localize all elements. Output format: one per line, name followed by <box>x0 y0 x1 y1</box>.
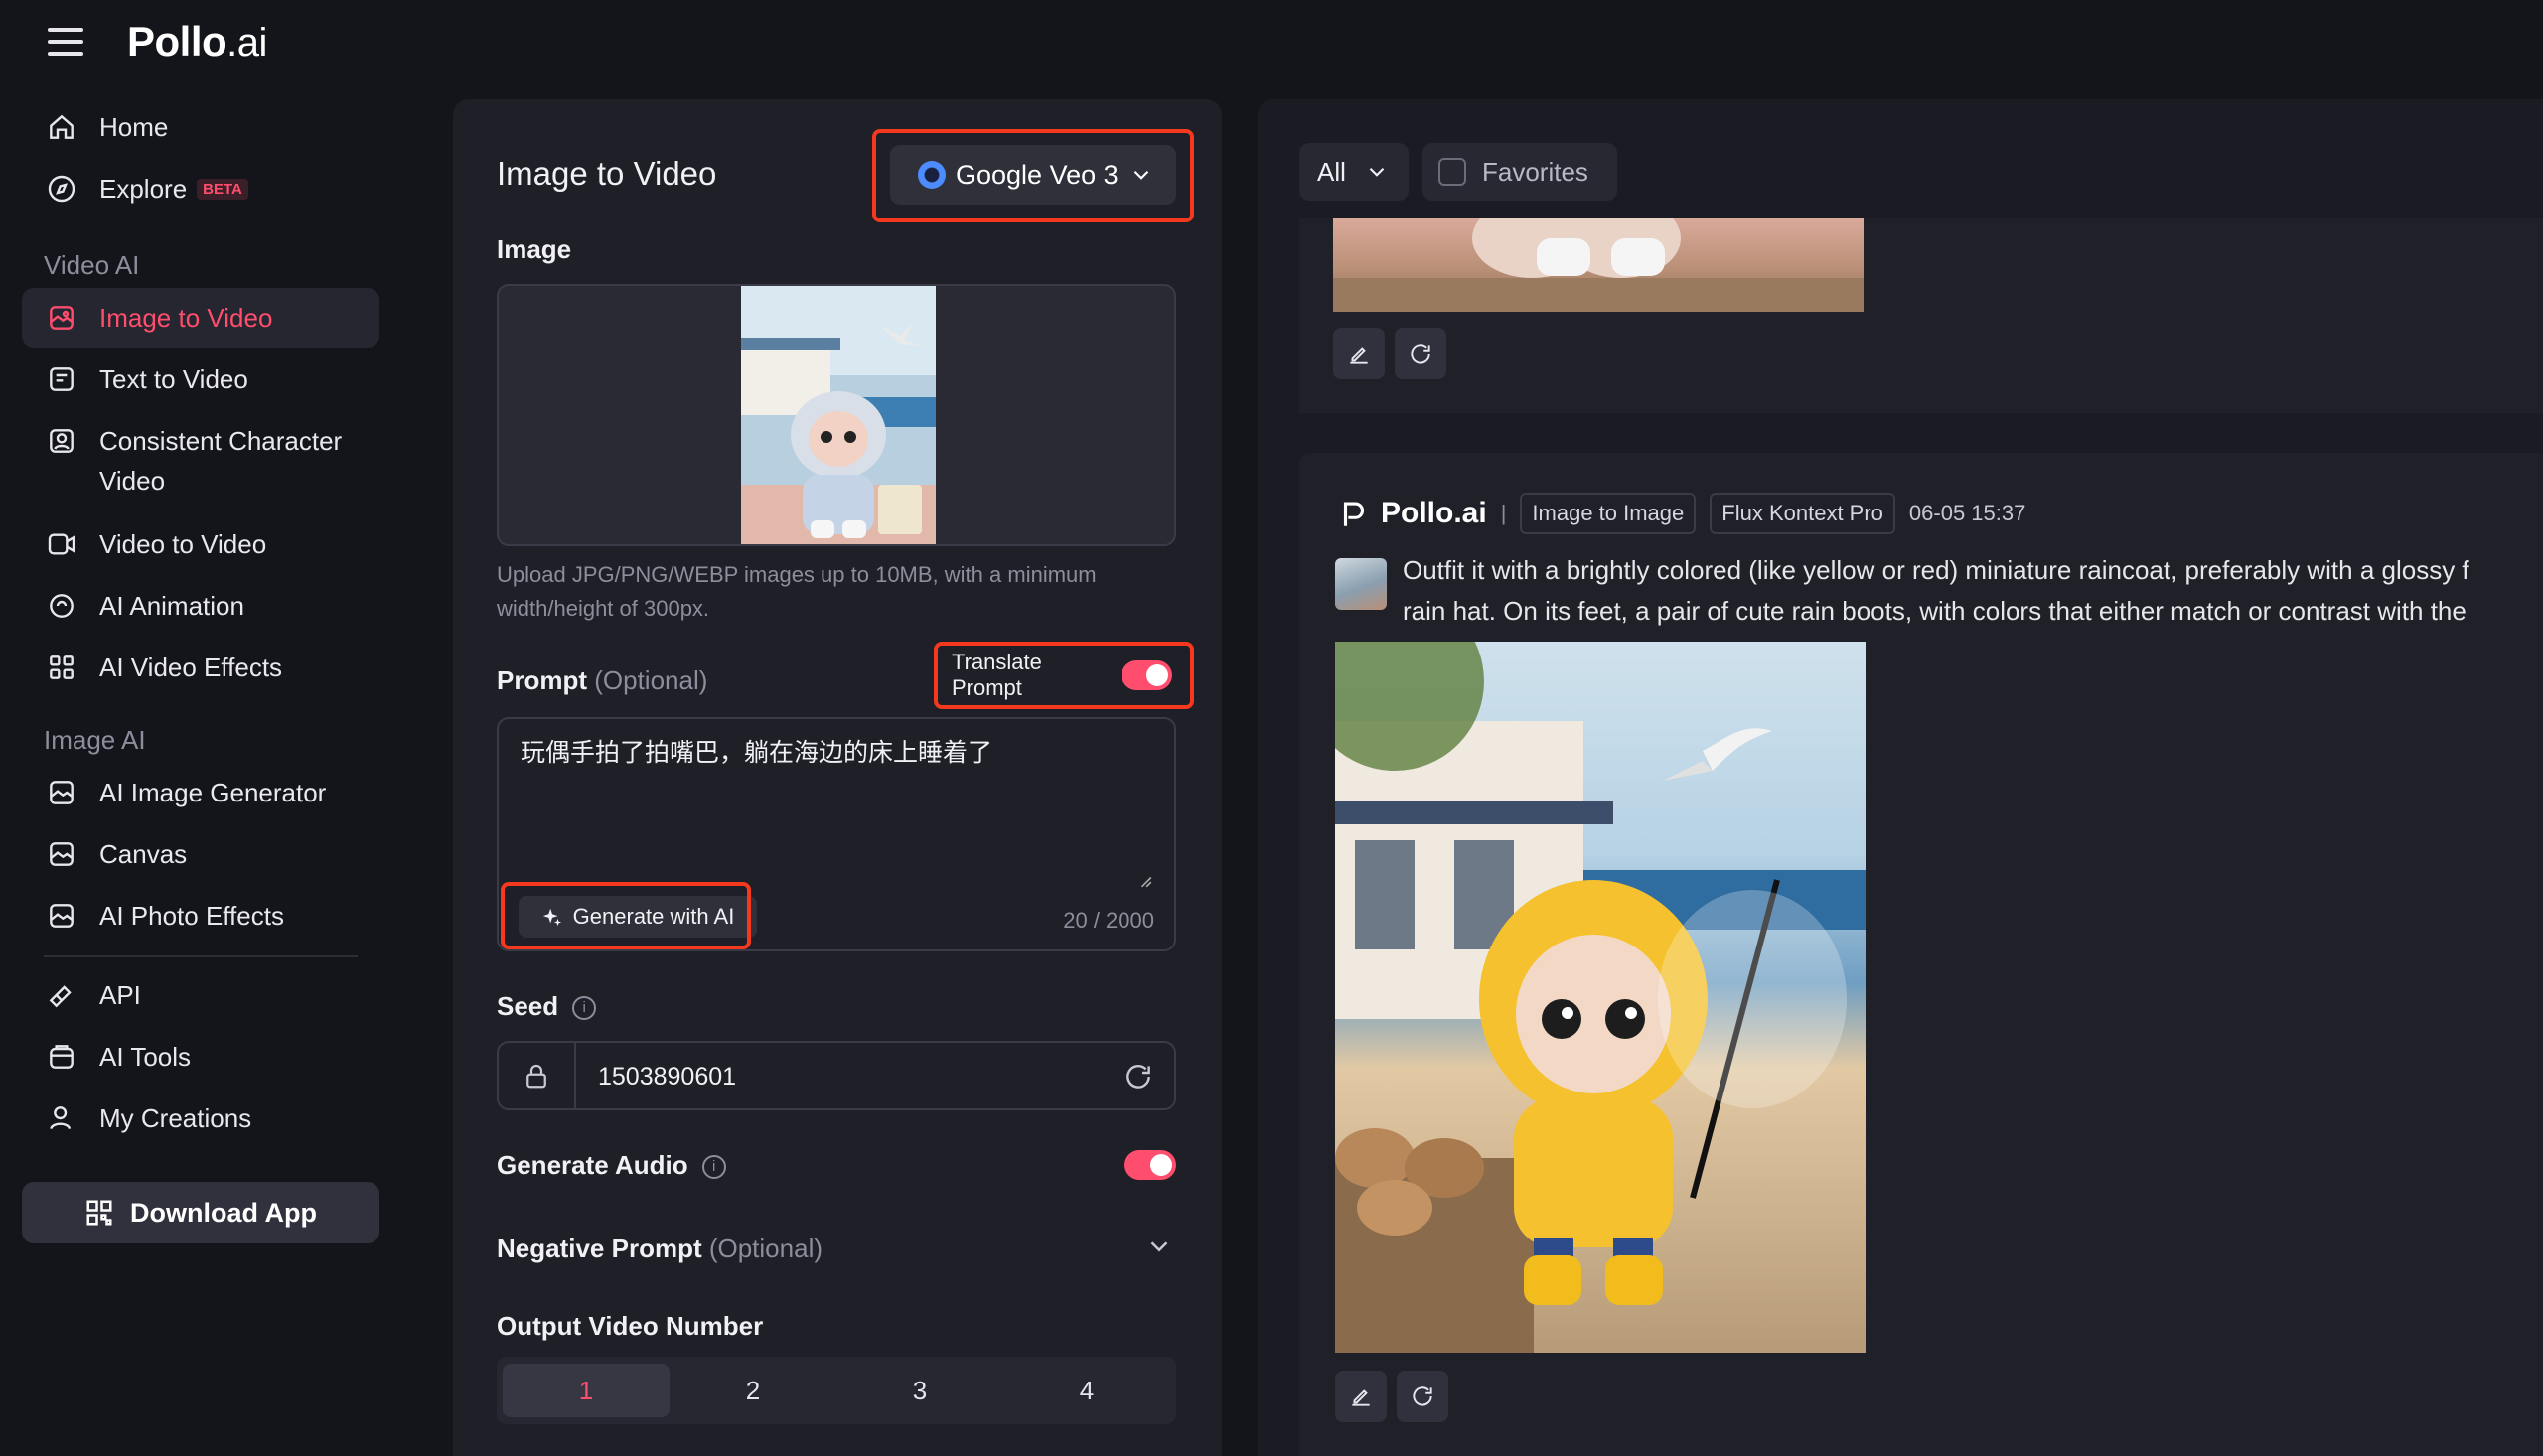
sidebar-item-canvas[interactable]: Canvas <box>22 824 379 884</box>
tools-icon <box>50 1045 74 1069</box>
home-icon <box>50 114 74 139</box>
info-icon[interactable]: i <box>572 996 597 1021</box>
pollo-logo-icon <box>1343 502 1364 526</box>
sidebar-item-text-to-video[interactable]: Text to Video <box>22 350 379 409</box>
image-generator-icon <box>50 781 74 804</box>
output-number-selector: 1 2 3 4 <box>497 1357 1176 1424</box>
output-video-number-label: Output Video Number <box>497 1311 764 1341</box>
uploaded-image <box>741 286 936 544</box>
sidebar-item-ai-image-generator[interactable]: AI Image Generator <box>22 763 379 822</box>
download-app-button[interactable]: Download App <box>22 1182 379 1243</box>
qr-code-icon <box>86 1200 112 1226</box>
regenerate-button[interactable] <box>1397 1371 1448 1422</box>
history-card-previous <box>1299 218 2543 413</box>
chevron-down-icon <box>1369 167 1385 177</box>
api-icon <box>49 985 72 1008</box>
model-tag: Flux Kontext Pro <box>1710 493 1895 534</box>
refresh-icon <box>1411 344 1430 364</box>
favorites-filter[interactable]: Favorites <box>1422 143 1617 201</box>
generator-panel: Image to Video Google Veo 3 Image Upload… <box>453 99 1222 1456</box>
char-count: 20 / 2000 <box>1063 908 1154 933</box>
sidebar-item-ai-animation[interactable]: AI Animation <box>22 576 379 636</box>
output-option-4[interactable]: 4 <box>1003 1364 1170 1417</box>
filter-bar: All Favorites <box>1299 143 1617 201</box>
canvas-icon <box>50 842 74 866</box>
sidebar-item-ai-video-effects[interactable]: AI Video Effects <box>22 638 379 697</box>
video-icon <box>48 533 75 555</box>
generate-audio-toggle[interactable] <box>1124 1150 1176 1180</box>
text-video-icon <box>50 367 74 391</box>
negative-prompt-label[interactable]: Negative Prompt (Optional) <box>497 1234 823 1264</box>
sidebar-item-ai-photo-effects[interactable]: AI Photo Effects <box>22 886 379 946</box>
compass-icon <box>48 175 75 203</box>
regenerate-button[interactable] <box>1395 328 1446 379</box>
result-image[interactable] <box>1335 642 1866 1353</box>
source-thumbnail[interactable] <box>1335 558 1387 610</box>
refresh-icon <box>1413 1386 1432 1406</box>
menu-icon[interactable] <box>48 28 83 56</box>
history-card: Pollo.ai | Image to Image Flux Kontext P… <box>1299 453 2543 1456</box>
sidebar-item-ai-tools[interactable]: AI Tools <box>22 1027 379 1087</box>
prompt-label: Prompt (Optional) <box>497 665 708 695</box>
timestamp: 06-05 15:37 <box>1908 501 2026 525</box>
generate-highlight <box>501 882 751 949</box>
output-option-2[interactable]: 2 <box>670 1364 836 1417</box>
image-label: Image <box>497 234 572 264</box>
refresh-icon[interactable] <box>1122 1061 1154 1092</box>
chevron-down-icon <box>1133 170 1148 180</box>
sidebar-item-video-to-video[interactable]: Video to Video <box>22 514 379 574</box>
edit-button[interactable] <box>1335 1371 1387 1422</box>
edit-icon <box>1350 347 1368 364</box>
beta-badge: BETA <box>197 178 248 200</box>
photo-effects-icon <box>50 904 74 928</box>
logo[interactable]: Pollo.ai <box>127 18 267 66</box>
translate-prompt-toggle-row: Translate Prompt <box>938 646 1172 705</box>
page-title: Image to Video <box>497 155 717 192</box>
previous-result-image[interactable] <box>1333 218 1864 312</box>
image-video-icon <box>50 306 74 330</box>
section-image-ai: Image AI <box>44 725 146 755</box>
animation-icon <box>50 594 74 618</box>
card-header: Pollo.ai | Image to Image Flux Kontext P… <box>1337 493 2025 534</box>
prompt-text[interactable]: 玩偶手拍了拍嘴巴，躺在海边的床上睡着了 <box>521 733 992 769</box>
effects-icon <box>50 655 74 679</box>
character-icon <box>50 429 74 453</box>
generate-audio-label: Generate Audio i <box>497 1150 726 1181</box>
top-bar: Pollo.ai <box>0 0 2543 89</box>
seed-value[interactable]: 1503890601 <box>598 1063 736 1092</box>
filter-select[interactable]: All <box>1299 143 1409 201</box>
sidebar-divider <box>44 955 358 957</box>
translate-prompt-toggle[interactable] <box>1122 660 1172 690</box>
creations-icon <box>50 1106 72 1130</box>
model-select[interactable]: Google Veo 3 <box>890 145 1176 205</box>
resize-handle-icon[interactable] <box>1138 874 1152 888</box>
sidebar-item-my-creations[interactable]: My Creations <box>22 1089 379 1148</box>
favorites-checkbox[interactable] <box>1438 158 1466 186</box>
output-option-3[interactable]: 3 <box>836 1364 1003 1417</box>
edit-icon <box>1352 1389 1370 1406</box>
info-icon[interactable]: i <box>701 1155 726 1180</box>
history-panel: All Favorites Pollo.ai | Image to Image … <box>1258 99 2543 1456</box>
image-upload-area[interactable] <box>497 284 1176 546</box>
prompt-description: Outfit it with a brightly colored (like … <box>1403 555 2469 626</box>
upload-hint: Upload JPG/PNG/WEBP images up to 10MB, w… <box>497 562 1097 621</box>
section-video-ai: Video AI <box>44 250 140 280</box>
chevron-down-icon[interactable] <box>1144 1232 1174 1261</box>
edit-button[interactable] <box>1333 328 1385 379</box>
model-logo-icon <box>918 161 946 189</box>
sidebar-item-consistent-character-video[interactable]: Consistent Character Video <box>22 411 379 497</box>
seed-field[interactable]: 1503890601 <box>497 1041 1176 1110</box>
sidebar-item-image-to-video[interactable]: Image to Video <box>22 288 379 348</box>
output-option-1[interactable]: 1 <box>503 1364 670 1417</box>
sidebar-item-explore[interactable]: Explore BETA <box>22 159 379 218</box>
mode-tag: Image to Image <box>1520 493 1697 534</box>
sidebar-item-api[interactable]: API <box>22 965 379 1025</box>
sidebar-item-home[interactable]: Home <box>22 97 379 157</box>
lock-icon[interactable] <box>499 1043 576 1108</box>
seed-label: Seed i <box>497 991 597 1022</box>
